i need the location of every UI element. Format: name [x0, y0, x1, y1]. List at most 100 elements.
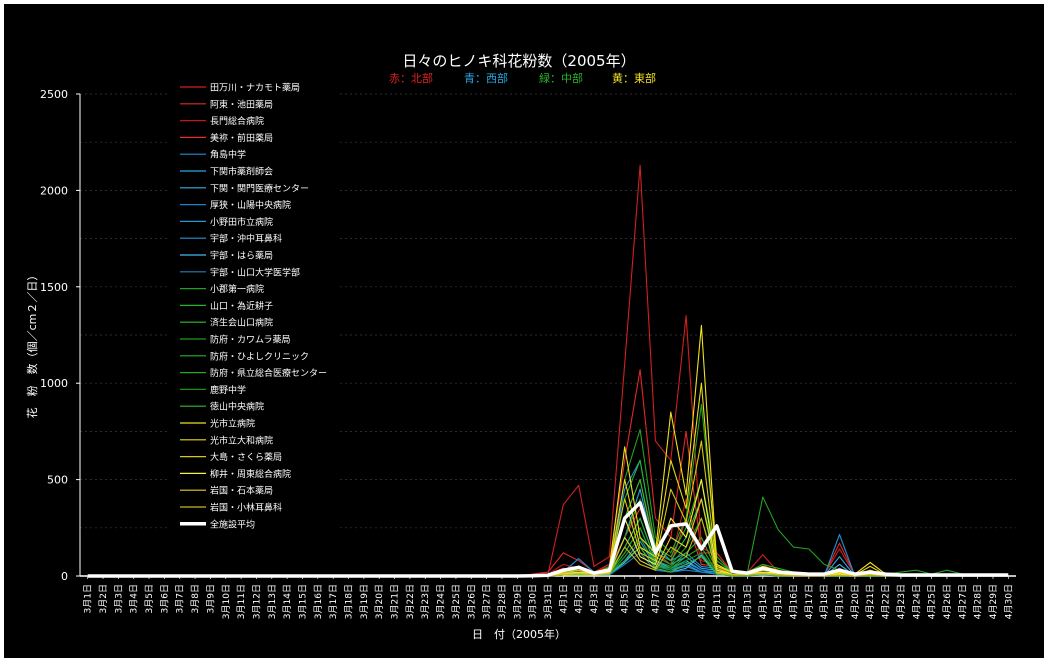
x-tick-label: 4月18日 [819, 584, 830, 619]
legend-label: 防府・県立総合医療センター [210, 367, 327, 379]
legend-label: 岩国・小林耳鼻科 [210, 502, 282, 514]
subtitle-region-label: 赤：北部 [389, 71, 433, 85]
x-tick-label: 3月25日 [451, 584, 462, 619]
x-tick-label: 4月12日 [727, 584, 738, 619]
x-tick-label: 3月27日 [482, 584, 493, 619]
y-tick-label: 500 [47, 474, 68, 487]
x-tick-label: 3月4日 [129, 584, 140, 613]
legend-label: 美祢・前田薬局 [210, 132, 273, 144]
x-tick-label: 4月10日 [696, 584, 707, 619]
x-axis-label: 日 付（2005年） [472, 627, 566, 641]
x-tick-label: 3月2日 [98, 584, 109, 613]
x-tick-label: 3月14日 [282, 584, 293, 619]
subtitle-region-label: 青：西部 [464, 71, 508, 85]
legend-label: 下関市薬剤師会 [210, 166, 273, 178]
y-tick-label: 0 [61, 570, 68, 583]
legend-label: 長門総合病院 [210, 115, 264, 127]
legend-label: 済生会山口病院 [210, 317, 273, 329]
y-tick-label: 2500 [40, 88, 68, 101]
x-tick-label: 4月14日 [758, 584, 769, 619]
x-tick-label: 3月18日 [344, 584, 355, 619]
x-tick-label: 3月26日 [466, 584, 477, 619]
x-tick-label: 3月30日 [528, 584, 539, 619]
x-tick-label: 4月28日 [973, 584, 984, 619]
y-tick-label: 1000 [40, 377, 68, 390]
x-tick-label: 4月8日 [666, 584, 677, 613]
x-tick-label: 3月6日 [159, 584, 170, 613]
x-tick-label: 3月9日 [205, 584, 216, 613]
legend-label: 山口・為近耕子 [210, 300, 273, 312]
x-tick-label: 4月7日 [650, 584, 661, 613]
x-tick-label: 3月16日 [313, 584, 324, 619]
x-tick-label: 3月31日 [543, 584, 554, 619]
x-tick-label: 3月23日 [420, 584, 431, 619]
legend-label: 大島・さくら薬局 [210, 451, 282, 463]
x-tick-label: 4月17日 [804, 584, 815, 619]
y-tick-label: 2000 [40, 184, 68, 197]
subtitle-region-label: 緑：中部 [539, 71, 583, 85]
y-tick-label: 1500 [40, 281, 68, 294]
x-tick-label: 4月25日 [927, 584, 938, 619]
legend-label: 光市立病院 [210, 418, 255, 430]
x-tick-label: 4月4日 [604, 584, 615, 613]
chart-subtitle: 赤：北部 青：西部 緑：中部 黄：東部 [389, 71, 656, 85]
y-axis-label: 花 粉 数（個／cm２／日） [26, 270, 39, 419]
x-tick-label: 4月24日 [911, 584, 922, 619]
x-tick-label: 4月27日 [957, 584, 968, 619]
x-tick-label: 3月12日 [251, 584, 262, 619]
x-tick-label: 4月21日 [865, 584, 876, 619]
x-tick-label: 4月11日 [712, 584, 723, 619]
legend-label: 徳山中央病院 [210, 401, 264, 413]
legend-label: 宇部・はら薬局 [210, 250, 273, 262]
x-tick-label: 3月28日 [497, 584, 508, 619]
x-tick-label: 4月26日 [942, 584, 953, 619]
x-tick-label: 3月24日 [436, 584, 447, 619]
x-tick-label: 4月20日 [850, 584, 861, 619]
x-tick-label: 3月20日 [374, 584, 385, 619]
legend-label: 柳井・周東総合病院 [210, 468, 291, 480]
x-tick-label: 3月19日 [359, 584, 370, 619]
legend-label: 下関・関門医療センター [210, 182, 309, 194]
x-tick-label: 3月7日 [175, 584, 186, 613]
chart-frame: 0 500 1000 1500 2000 2500 3月1日 3月2日 3月3日 3月4日 3月5… [4, 4, 1044, 658]
legend-label: 角島中学 [210, 149, 246, 161]
pollen-line-chart: 0 500 1000 1500 2000 2500 3月1日 3月2日 3月3日 3月4日 3月5… [26, 52, 1016, 641]
legend-label: 阿東・池田薬局 [210, 98, 273, 110]
x-tick-label: 3月8日 [190, 584, 201, 613]
x-tick-label: 4月1日 [558, 584, 569, 613]
x-tick-label: 4月13日 [742, 584, 753, 619]
legend-label: 田万川・ナカモト薬局 [210, 82, 300, 94]
legend-label: 厚狭・山陽中央病院 [210, 199, 291, 211]
x-tick-label: 3月5日 [144, 584, 155, 613]
x-tick-label: 4月22日 [881, 584, 892, 619]
x-tick-label: 3月13日 [267, 584, 278, 619]
x-tick-label: 4月29日 [988, 584, 999, 619]
x-tick-label: 4月30日 [1003, 584, 1014, 619]
x-tick-label: 3月22日 [405, 584, 416, 619]
legend-label: 小郡第一病院 [210, 283, 264, 295]
x-tick-label: 4月16日 [789, 584, 800, 619]
legend-label: 宇部・山口大学医学部 [210, 266, 300, 278]
subtitle-region-label: 黄：東部 [612, 71, 656, 85]
legend-label: 防府・カワムラ薬局 [210, 334, 291, 346]
x-tick-label: 4月9日 [681, 584, 692, 613]
chart-title: 日々のヒノキ科花粉数（2005年） [402, 52, 635, 70]
x-tick-label: 3月29日 [512, 584, 523, 619]
legend-label: 宇部・沖中耳鼻科 [210, 233, 282, 245]
x-tick-label: 3月11日 [236, 584, 247, 619]
x-tick-label: 4月5日 [620, 584, 631, 613]
x-tick-label: 4月23日 [896, 584, 907, 619]
legend-label: 全施設平均 [210, 518, 255, 530]
x-tick-label: 4月6日 [635, 584, 646, 613]
legend: 田万川・ナカモト薬局阿東・池田薬局長門総合病院美祢・前田薬局角島中学下関市薬剤師… [168, 80, 338, 536]
x-tick-label: 3月21日 [390, 584, 401, 619]
x-tick-label: 3月1日 [83, 584, 94, 613]
x-tick-label: 3月3日 [113, 584, 124, 613]
x-tick-label: 4月15日 [773, 584, 784, 619]
x-tick-label: 3月10日 [221, 584, 232, 619]
x-tick-label: 3月17日 [328, 584, 339, 619]
legend-label: 光市立大和病院 [210, 434, 273, 446]
x-tick-label: 3月15日 [297, 584, 308, 619]
x-tick-label: 4月3日 [589, 584, 600, 613]
x-axis: 3月1日 3月2日 3月3日 3月4日 3月5日 3月6日 3月7日 3月8日 3月9日 3月10… [80, 575, 1016, 619]
